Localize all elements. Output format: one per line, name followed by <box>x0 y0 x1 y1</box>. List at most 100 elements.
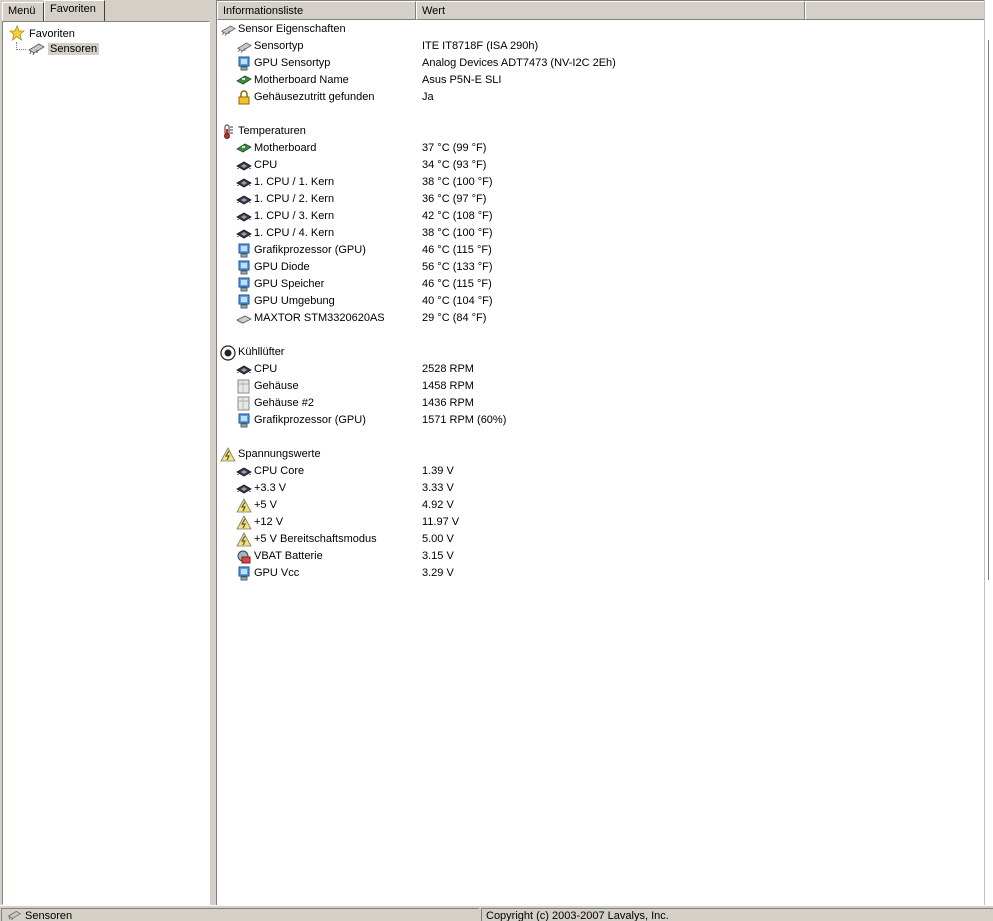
column-header-informationsliste[interactable]: Informationsliste <box>217 1 416 20</box>
list-item[interactable]: Motherboard Name Asus P5N-E SLI <box>217 72 993 89</box>
list-item[interactable]: Gehäusezutritt gefunden Ja <box>217 89 993 106</box>
voltage-warning-icon <box>236 532 252 547</box>
item-label: Grafikprozessor (GPU) <box>254 244 366 256</box>
battery-icon <box>236 549 252 564</box>
item-value: 11.97 V <box>422 516 460 528</box>
item-value: 3.15 V <box>422 550 454 562</box>
item-value: 46 °C (115 °F) <box>422 244 492 256</box>
item-label: +12 V <box>254 516 284 528</box>
item-label: GPU Vcc <box>254 567 300 579</box>
list-item[interactable]: GPU Sensortyp Analog Devices ADT7473 (NV-… <box>217 55 993 72</box>
list-item[interactable]: +5 V 4.92 V <box>217 497 993 514</box>
list-item[interactable]: Motherboard 37 °C (99 °F) <box>217 140 993 157</box>
lock-icon <box>236 90 252 105</box>
item-value: 1458 RPM <box>422 380 474 392</box>
status-section-page: Sensoren <box>1 908 479 921</box>
gpu-monitor-icon <box>236 566 252 581</box>
cpu-chip-icon <box>236 175 252 190</box>
case-icon <box>236 396 252 411</box>
list-item[interactable]: VBAT Batterie 3.15 V <box>217 548 993 565</box>
motherboard-icon <box>236 141 252 156</box>
section-header[interactable]: Spannungswerte <box>217 446 993 463</box>
list-rows: Sensor Eigenschaften Sensortyp ITE IT8718F… <box>217 21 993 582</box>
tab-favoriten[interactable]: Favoriten <box>44 0 105 21</box>
item-value: 42 °C (108 °F) <box>422 210 493 222</box>
item-value: Asus P5N-E SLI <box>422 74 502 86</box>
list-item[interactable]: GPU Umgebung 40 °C (104 °F) <box>217 293 993 310</box>
item-label: GPU Diode <box>254 261 310 273</box>
item-label: MAXTOR STM3320620AS <box>254 312 385 324</box>
voltage-warning-icon <box>236 515 252 530</box>
item-label: Motherboard <box>254 142 317 154</box>
gpu-monitor-icon <box>236 413 252 428</box>
cpu-chip-icon <box>236 158 252 173</box>
item-value: 40 °C (104 °F) <box>422 295 493 307</box>
section-title: Sensor Eigenschaften <box>238 23 346 35</box>
column-header-wert[interactable]: Wert <box>416 1 805 20</box>
tree-node-sensoren[interactable]: Sensoren <box>27 41 100 57</box>
status-bar: Sensoren Copyright (c) 2003-2007 Lavalys… <box>0 905 993 921</box>
item-label: +5 V <box>254 499 277 511</box>
item-label: +5 V Bereitschaftsmodus <box>254 533 377 545</box>
list-item[interactable]: 1. CPU / 4. Kern 38 °C (100 °F) <box>217 225 993 242</box>
list-item[interactable]: +3.3 V 3.33 V <box>217 480 993 497</box>
star-icon <box>8 24 26 44</box>
cpu-chip-icon <box>236 362 252 377</box>
cpu-chip-icon <box>236 192 252 207</box>
item-label: GPU Umgebung <box>254 295 335 307</box>
list-item[interactable]: CPU Core 1.39 V <box>217 463 993 480</box>
item-value: 1436 RPM <box>422 397 474 409</box>
item-label: CPU Core <box>254 465 305 477</box>
item-value: Analog Devices ADT7473 (NV-I2C 2Eh) <box>422 57 616 69</box>
list-item[interactable]: CPU 2528 RPM <box>217 361 993 378</box>
list-item[interactable]: Sensortyp ITE IT8718F (ISA 290h) <box>217 38 993 55</box>
motherboard-icon <box>236 73 252 88</box>
item-value: 1.39 V <box>422 465 454 477</box>
item-value: 38 °C (100 °F) <box>422 176 493 188</box>
list-item[interactable]: GPU Speicher 46 °C (115 °F) <box>217 276 993 293</box>
item-value: 4.92 V <box>422 499 454 511</box>
list-item[interactable]: Grafikprozessor (GPU) 1571 RPM (60%) <box>217 412 993 429</box>
item-value: Ja <box>422 91 434 103</box>
column-header-bar: Informationsliste Wert <box>217 1 993 20</box>
list-item[interactable]: 1. CPU / 3. Kern 42 °C (108 °F) <box>217 208 993 225</box>
list-item[interactable]: Gehäuse 1458 RPM <box>217 378 993 395</box>
item-label: 1. CPU / 1. Kern <box>254 176 335 188</box>
list-item[interactable]: +12 V 11.97 V <box>217 514 993 531</box>
item-label: Sensortyp <box>254 40 304 52</box>
item-label: CPU <box>254 363 278 375</box>
gpu-monitor-icon <box>236 243 252 258</box>
item-label: VBAT Batterie <box>254 550 323 562</box>
list-item[interactable]: Gehäuse #2 1436 RPM <box>217 395 993 412</box>
item-value: 3.29 V <box>422 567 454 579</box>
cpu-chip-icon <box>236 209 252 224</box>
item-value: 37 °C (99 °F) <box>422 142 487 154</box>
left-tab-strip: Menü Favoriten <box>0 0 212 21</box>
column-header-empty[interactable] <box>805 1 993 20</box>
list-item[interactable]: CPU 34 °C (93 °F) <box>217 157 993 174</box>
tab-menu[interactable]: Menü <box>2 2 44 21</box>
gpu-monitor-icon <box>236 56 252 71</box>
section-header[interactable]: Sensor Eigenschaften <box>217 21 993 38</box>
tree-connector <box>16 49 26 50</box>
section-header[interactable]: Temperaturen <box>217 123 993 140</box>
tree-node-label: Favoriten <box>29 28 75 40</box>
item-label: Gehäuse #2 <box>254 397 314 409</box>
cpu-chip-icon <box>236 481 252 496</box>
gpu-monitor-icon <box>236 260 252 275</box>
list-item[interactable]: +5 V Bereitschaftsmodus 5.00 V <box>217 531 993 548</box>
item-label: Gehäusezutritt gefunden <box>254 91 375 103</box>
list-item[interactable]: 1. CPU / 1. Kern 38 °C (100 °F) <box>217 174 993 191</box>
section-header[interactable]: Kühllüfter <box>217 344 993 361</box>
list-item[interactable]: GPU Vcc 3.29 V <box>217 565 993 582</box>
list-item[interactable]: MAXTOR STM3320620AS 29 °C (84 °F) <box>217 310 993 327</box>
list-item[interactable]: 1. CPU / 2. Kern 36 °C (97 °F) <box>217 191 993 208</box>
list-item[interactable]: Grafikprozessor (GPU) 46 °C (115 °F) <box>217 242 993 259</box>
list-item[interactable]: GPU Diode 56 °C (133 °F) <box>217 259 993 276</box>
fan-icon <box>220 345 236 361</box>
section-title: Temperaturen <box>238 125 306 137</box>
item-value: 56 °C (133 °F) <box>422 261 493 273</box>
tree-node-label: Sensoren <box>48 43 100 55</box>
voltage-warning-icon <box>236 498 252 513</box>
item-label: 1. CPU / 3. Kern <box>254 210 335 222</box>
